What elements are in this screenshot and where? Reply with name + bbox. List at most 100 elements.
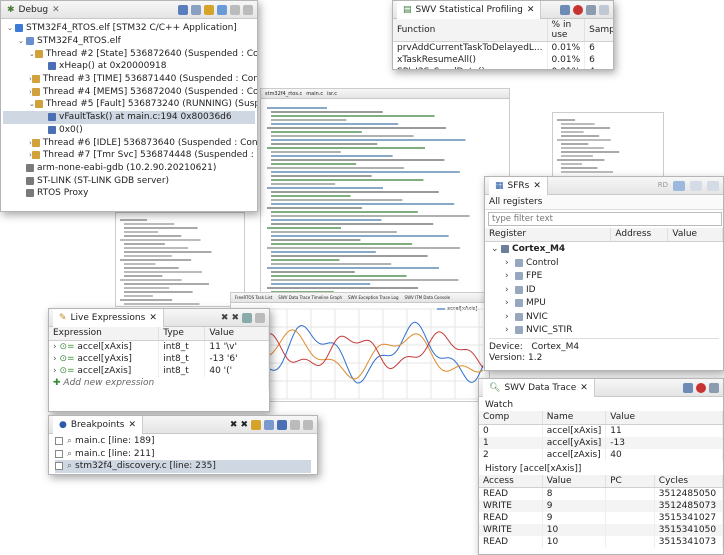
debug-tree-item[interactable]: › Thread #6 [IDLE] 536873640 (Suspended :… [3, 136, 257, 149]
table-row[interactable]: 0 accel[xAxis] 11 [479, 424, 723, 437]
debug-tree-item[interactable]: ⌄ Thread #2 [State] 536872640 (Suspended … [3, 47, 257, 60]
remove-all-icon[interactable]: ✖ [240, 420, 248, 430]
view-menu-icon[interactable] [255, 312, 265, 323]
value-cell[interactable]: 11 '\v' [204, 340, 269, 353]
col-value[interactable]: Value [204, 327, 269, 341]
breakpoints-tab[interactable]: ● Breakpoints ✕ [53, 416, 143, 434]
profiling-tab[interactable]: ▤ SWV Statistical Profiling ✕ [397, 1, 542, 19]
show-supported-icon[interactable] [251, 419, 261, 430]
debug-tree-item[interactable]: › Thread #7 [Tmr Svc] 536874448 (Suspende… [3, 149, 257, 162]
table-row[interactable]: › ⊙= accel[xAxis] int8_t 11 '\v' [49, 340, 269, 353]
bottom-tab[interactable]: SWV Data Trace Timeline Graph [278, 295, 342, 300]
sfr-tree-item[interactable]: › ID [487, 283, 721, 297]
table-row[interactable]: 2 accel[zAxis] 40 [479, 448, 723, 461]
breakpoint-checkbox[interactable] [55, 449, 63, 458]
rd-icon[interactable]: RD [658, 181, 668, 191]
col-value[interactable]: Value [542, 474, 607, 488]
breakpoint-item[interactable]: ⌕ main.c [line: 189] [55, 435, 311, 448]
configure-icon[interactable] [683, 382, 693, 393]
col-in-use[interactable]: % in use [547, 19, 586, 42]
dec-format-icon[interactable] [690, 180, 702, 191]
editor-tab[interactable]: stm32f4_rtos.c [265, 91, 302, 97]
editor-tab[interactable]: isr.c [327, 91, 337, 97]
chevron-right-icon[interactable]: › [505, 297, 515, 309]
expand-arrow-icon[interactable]: ⌄ [7, 22, 15, 34]
close-icon[interactable]: ✕ [580, 383, 588, 393]
debug-tab[interactable]: ✱ Debug ✕ [5, 1, 62, 19]
step-over-icon[interactable] [217, 4, 227, 15]
bottom-tab[interactable]: FreeRTOS Task List [235, 295, 272, 300]
col-pc[interactable]: PC [605, 474, 655, 488]
chevron-down-icon[interactable]: ⌄ [491, 243, 501, 255]
refresh-icon[interactable] [242, 312, 252, 323]
sfr-tree-item[interactable]: › NVIC_STIR [487, 324, 721, 338]
breakpoint-checkbox[interactable] [55, 462, 63, 471]
col-value[interactable]: Value [605, 411, 723, 425]
debug-tree-item[interactable]: xHeap() at 0x20000918 [3, 60, 255, 73]
sfr-tree-item[interactable]: › FPE [487, 270, 721, 284]
col-access[interactable]: Access [479, 474, 543, 488]
col-comp[interactable]: Comp [479, 411, 543, 425]
close-icon[interactable]: ✕ [128, 420, 136, 430]
sfr-tree-item[interactable]: › NVIC [487, 310, 721, 324]
table-row[interactable]: prvAddCurrentTaskToDelayedL... 0.01% 6 [393, 41, 613, 54]
sfr-tree-item[interactable]: ⌄ Cortex_M4 [487, 243, 721, 257]
close-icon[interactable]: ✕ [149, 313, 157, 323]
close-icon[interactable]: ✕ [533, 181, 541, 191]
col-name[interactable]: Name [542, 411, 607, 425]
debug-tree-item[interactable]: arm-none-eabi-gdb (10.2.90.20210621) [3, 162, 255, 175]
col-function[interactable]: Function [393, 19, 548, 42]
remove-icon[interactable]: ✖ [230, 420, 238, 430]
close-icon[interactable]: ✕ [527, 5, 535, 15]
filter-input[interactable] [488, 212, 722, 226]
debug-tree-item[interactable]: ⌄ STM32F4_RTOS.elf [3, 35, 255, 48]
table-row[interactable]: SPI_I2S_SendData()0.01%4 [393, 66, 613, 69]
stop-icon[interactable] [586, 4, 596, 15]
debug-tree-item[interactable]: ⌄ STM32F4_RTOS.elf [STM32 C/C++ Applicati… [3, 22, 255, 35]
breakpoint-item[interactable]: ⌕ main.c [line: 211] [55, 448, 311, 461]
chevron-right-icon[interactable]: › [505, 284, 515, 296]
configure-icon[interactable] [560, 4, 570, 15]
registers-subtab[interactable]: All registers [485, 195, 723, 210]
skip-all-icon[interactable] [277, 419, 287, 430]
bottom-tab[interactable]: SWV Exception Trace Log [348, 295, 399, 300]
chevron-right-icon[interactable]: › [505, 311, 515, 323]
debug-tree-item[interactable]: ST-LINK (ST-LINK GDB server) [3, 174, 255, 187]
col-register[interactable]: Register [485, 228, 612, 242]
collapse-icon[interactable] [178, 4, 188, 15]
hex-format-icon[interactable] [673, 180, 685, 191]
stop-icon[interactable] [709, 382, 719, 393]
table-row[interactable]: › ⊙= accel[zAxis] int8_t 40 '(' [49, 364, 269, 377]
debug-tree-item[interactable]: › Thread #4 [MEMS] 536872040 (Suspended :… [3, 85, 257, 98]
chevron-right-icon[interactable]: › [505, 270, 515, 282]
maximize-icon[interactable] [243, 4, 253, 15]
live-expr-tab[interactable]: ✎ Live Expressions ✕ [53, 309, 164, 327]
sfr-tree-item[interactable]: › MPU [487, 297, 721, 311]
expand-arrow-icon[interactable]: ⌄ [29, 98, 35, 110]
debug-tree-item[interactable]: RTOS Proxy [3, 187, 255, 200]
table-row[interactable]: WRITE 9 3512485073 [479, 500, 723, 512]
chevron-right-icon[interactable]: › [505, 257, 515, 269]
collapse-all-icon[interactable] [303, 419, 313, 430]
col-samples[interactable]: Samples [584, 19, 613, 42]
remove-all-icon[interactable]: ✖ [231, 313, 239, 323]
debug-tree-item[interactable]: vFaultTask() at main.c:194 0x80036d6 [3, 110, 255, 124]
debug-tree-item[interactable]: ⌄ Thread #5 [Fault] 536873240 (RUNNING) (… [3, 98, 257, 111]
col-cycles[interactable]: Cycles [654, 474, 723, 488]
editor-tab[interactable]: main.c [306, 91, 323, 97]
debug-tree-item[interactable]: › Thread #3 [TIME] 536871440 (Suspended :… [3, 73, 257, 86]
table-row[interactable]: READ 8 3512485050 [479, 487, 723, 500]
table-row[interactable]: WRITE 10 3515341050 [479, 524, 723, 536]
breakpoint-item[interactable]: ⌕ stm32f4_discovery.c [line: 235] [55, 460, 311, 473]
breakpoint-checkbox[interactable] [55, 437, 63, 446]
start-trace-icon[interactable] [573, 4, 583, 15]
menu-icon[interactable] [191, 4, 201, 15]
step-into-icon[interactable] [204, 4, 214, 15]
sfrs-tab[interactable]: ▦ SFRs ✕ [489, 177, 548, 195]
bin-format-icon[interactable] [707, 180, 719, 191]
value-cell[interactable]: 40 '(' [204, 364, 269, 377]
table-row[interactable]: xTaskResumeAll() 0.01% 6 [393, 54, 613, 66]
start-trace-icon[interactable] [696, 382, 706, 393]
debug-tree-item[interactable]: 0x0() [3, 124, 255, 137]
table-row[interactable]: › ⊙= accel[yAxis] int8_t -13 '6' [49, 352, 269, 365]
